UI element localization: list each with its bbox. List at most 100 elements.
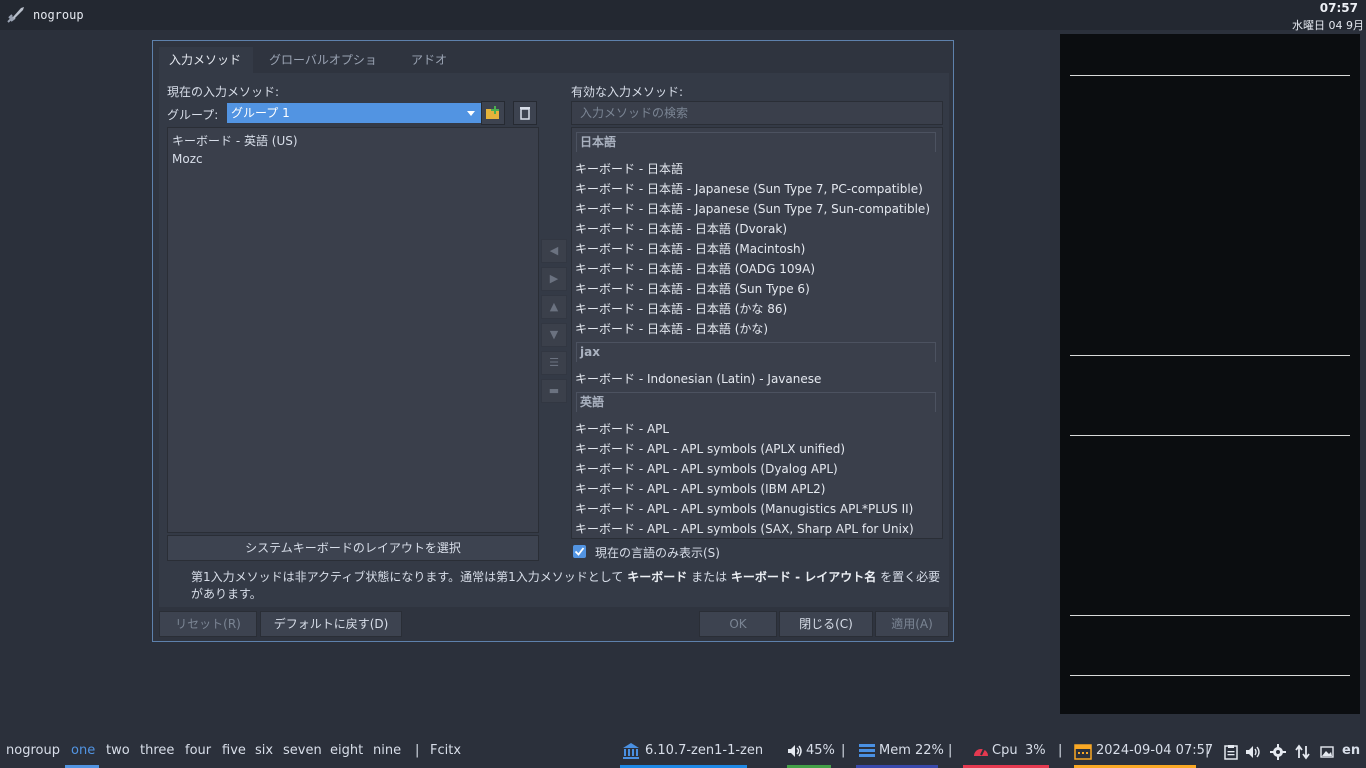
move-up-button[interactable]: ▲ <box>541 295 567 319</box>
workspace-five[interactable]: five <box>222 743 246 758</box>
fcitx-config-dialog: 入力メソッド グローバルオプション アドオン 現在の入力メソッド: グループ: … <box>152 40 954 642</box>
volume-level[interactable]: 45% <box>806 743 835 758</box>
desktop-widget-panel <box>1060 34 1360 714</box>
configure-button[interactable]: ☰ <box>541 351 567 375</box>
top-bar: nogroup 07:57 水曜日 04 9月 <box>0 0 1366 32</box>
workspace-three[interactable]: three <box>140 743 174 758</box>
workspace-eight[interactable]: eight <box>330 743 363 758</box>
reset-button[interactable]: リセット(R) <box>159 611 257 637</box>
tab-global-options[interactable]: グローバルオプション <box>259 47 391 93</box>
tab-addons[interactable]: アドオン <box>401 47 465 93</box>
available-im-label: 有効な入力メソッド: <box>571 85 684 99</box>
list-item[interactable]: キーボード - APL - APL symbols (Manugistics A… <box>575 500 913 517</box>
workspace-seven[interactable]: seven <box>283 743 322 758</box>
clock-date: 水曜日 04 9月 <box>1292 19 1364 32</box>
list-item[interactable]: キーボード - APL <box>575 420 669 437</box>
window-title: nogroup <box>33 8 84 22</box>
divider <box>1070 675 1350 676</box>
gear-icon[interactable] <box>1270 744 1286 760</box>
list-item[interactable]: キーボード - 日本語 - 日本語 (かな 86) <box>575 300 787 317</box>
clipboard-icon[interactable] <box>1224 744 1238 760</box>
cpu-label: Cpu <box>992 743 1018 758</box>
arrow-left-icon: ◀ <box>549 244 559 257</box>
workspace-nine[interactable]: nine <box>373 743 401 758</box>
workspace-one[interactable]: one <box>71 743 95 758</box>
only-current-language-label: 現在の言語のみ表示(S) <box>595 546 720 560</box>
image-viewer-icon[interactable] <box>1320 745 1334 759</box>
current-im-label: 現在の入力メソッド: <box>167 85 280 99</box>
ok-button[interactable]: OK <box>699 611 777 637</box>
im-search-input[interactable]: 入力メソッドの検索 <box>571 101 943 125</box>
workspace-two[interactable]: two <box>106 743 130 758</box>
list-item[interactable]: Mozc <box>172 152 203 166</box>
network-transfer-icon[interactable] <box>1295 744 1311 760</box>
warning-bold: キーボード - レイアウト名 <box>730 570 877 584</box>
memory-icon <box>859 744 875 757</box>
close-button[interactable]: 閉じる(C) <box>779 611 873 637</box>
trash-icon <box>520 107 530 120</box>
select-system-keyboard-button[interactable]: システムキーボードのレイアウトを選択 <box>167 535 539 561</box>
list-item[interactable]: キーボード - APL - APL symbols (APLX unified) <box>575 440 845 457</box>
group-select[interactable]: グループ 1 <box>227 103 483 123</box>
settings-list-icon: ☰ <box>549 356 559 369</box>
cpu-gauge-icon <box>974 748 988 756</box>
list-item[interactable]: キーボード - 日本語 - Japanese (Sun Type 7, Sun-… <box>575 200 930 217</box>
list-item[interactable]: キーボード - 日本語 - 日本語 (Sun Type 6) <box>575 280 810 297</box>
restore-defaults-button[interactable]: デフォルトに戻す(D) <box>260 611 402 637</box>
rocket-icon[interactable] <box>6 6 26 24</box>
separator: | <box>1205 743 1210 758</box>
move-left-button[interactable]: ◀ <box>541 239 567 263</box>
divider <box>1070 615 1350 616</box>
remove-button[interactable]: ▬ <box>541 379 567 403</box>
minus-icon: ▬ <box>548 384 560 397</box>
warning-text: 第1入力メソッドは非アクティブ状態になります。通常は第1入力メソッドとして キー… <box>191 569 941 603</box>
separator: | <box>948 743 953 758</box>
memory-usage: Mem 22% <box>879 743 944 758</box>
volume-icon[interactable] <box>786 742 804 760</box>
search-placeholder: 入力メソッドの検索 <box>580 106 689 120</box>
list-item[interactable]: キーボード - 日本語 - Japanese (Sun Type 7, PC-c… <box>575 180 923 197</box>
list-item[interactable]: キーボード - APL - APL symbols (SAX, Sharp AP… <box>575 520 914 537</box>
list-item[interactable]: キーボード - 日本語 - 日本語 (Macintosh) <box>575 240 805 257</box>
section-header: 英語 <box>576 392 936 412</box>
cpu-usage: 3% <box>1025 743 1046 758</box>
group-select-value: グループ 1 <box>231 106 290 120</box>
arrow-up-icon: ▲ <box>549 300 559 313</box>
arrow-down-icon: ▼ <box>549 328 559 341</box>
move-right-button[interactable]: ▶ <box>541 267 567 291</box>
focused-app: Fcitx <box>430 743 462 758</box>
warning-bold: キーボード <box>627 570 688 584</box>
input-method-panel: 現在の入力メソッド: グループ: グループ 1 キーボード - 英語 (US) … <box>159 73 949 607</box>
list-item[interactable]: キーボード - APL - APL symbols (IBM APL2) <box>575 480 825 497</box>
group-label: グループ: <box>167 108 219 122</box>
delete-group-button[interactable] <box>513 101 537 125</box>
available-im-list: 日本語 キーボード - 日本語 キーボード - 日本語 - Japanese (… <box>571 127 943 539</box>
list-item[interactable]: キーボード - 英語 (US) <box>172 132 298 149</box>
list-item[interactable]: キーボード - 日本語 - 日本語 (OADG 109A) <box>575 260 815 277</box>
workspace-nogroup[interactable]: nogroup <box>6 743 60 758</box>
check-icon <box>574 547 585 556</box>
list-item[interactable]: キーボード - 日本語 <box>575 160 683 177</box>
separator: | <box>841 743 846 758</box>
add-group-button[interactable] <box>481 101 505 125</box>
speaker-tray-icon[interactable] <box>1245 745 1261 759</box>
keyboard-layout-indicator[interactable]: en <box>1342 743 1360 758</box>
list-item[interactable]: キーボード - 日本語 - 日本語 (Dvorak) <box>575 220 787 237</box>
apply-button[interactable]: 適用(A) <box>875 611 949 637</box>
workspace-four[interactable]: four <box>185 743 211 758</box>
list-item[interactable]: キーボード - 日本語 - 日本語 (かな) <box>575 320 768 337</box>
workspace-six[interactable]: six <box>255 743 273 758</box>
warning-part: 第1入力メソッドは非アクティブ状態になります。通常は第1入力メソッドとして <box>191 570 624 584</box>
chevron-down-icon <box>467 111 475 116</box>
current-im-list: キーボード - 英語 (US) Mozc <box>167 127 539 533</box>
divider <box>1070 435 1350 436</box>
only-current-language-checkbox[interactable] <box>573 545 586 558</box>
bank-icon <box>623 743 639 759</box>
warning-part: または <box>691 570 728 584</box>
list-item[interactable]: キーボード - Indonesian (Latin) - Javanese <box>575 370 821 387</box>
list-item[interactable]: キーボード - APL - APL symbols (Dyalog APL) <box>575 460 838 477</box>
separator: | <box>1058 743 1063 758</box>
move-down-button[interactable]: ▼ <box>541 323 567 347</box>
tab-input-method[interactable]: 入力メソッド <box>159 47 253 73</box>
bottom-bar: nogroup one two three four five six seve… <box>0 738 1366 768</box>
